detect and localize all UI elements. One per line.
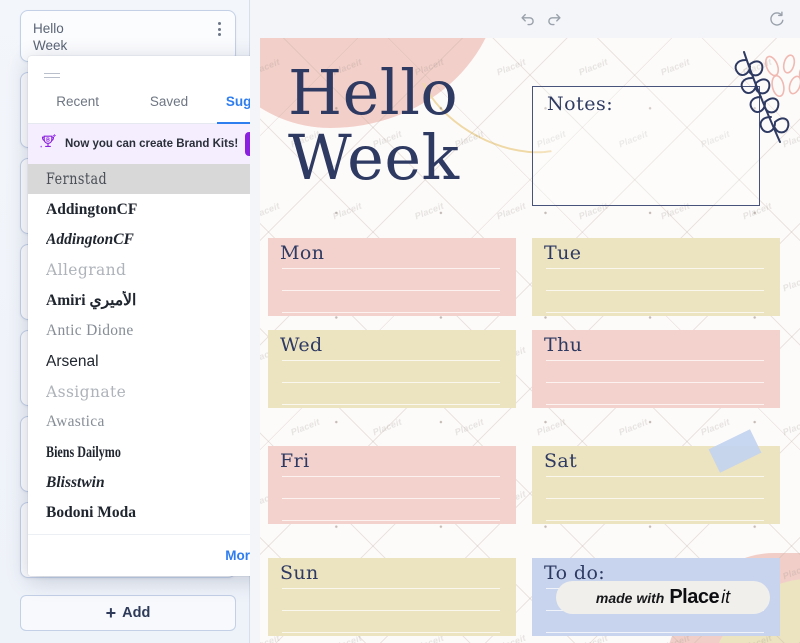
- editor-root: Hello Week + Add Recent Saved Suggested: [0, 0, 800, 643]
- writing-line: [282, 290, 500, 291]
- plus-icon: +: [105, 602, 117, 623]
- writing-line: [546, 360, 764, 361]
- brand-trophy-icon: B: [38, 132, 58, 157]
- brand-kit-banner-text: Now you can create Brand Kits!: [65, 138, 239, 150]
- design-title[interactable]: Hello Week: [288, 62, 460, 194]
- font-name: Fernstad: [46, 170, 108, 189]
- placeit-watermark-badge: made with Place it: [556, 581, 770, 614]
- writing-line: [282, 610, 500, 611]
- tab-recent[interactable]: Recent: [32, 94, 123, 123]
- writing-line: [282, 268, 500, 269]
- day-card[interactable]: Mon: [268, 238, 516, 316]
- day-card-label: Wed: [280, 334, 323, 356]
- design-title-line-2: Week: [288, 120, 460, 194]
- font-name: Allegrand: [46, 261, 127, 280]
- day-card-label: Mon: [280, 242, 325, 264]
- day-card[interactable]: Sun: [268, 558, 516, 636]
- writing-line: [546, 498, 764, 499]
- font-name: Assignate: [46, 382, 127, 401]
- writing-line: [546, 520, 764, 521]
- leaf-branch-icon: [734, 51, 790, 143]
- svg-text:B: B: [46, 137, 50, 143]
- writing-line: [282, 588, 500, 589]
- day-card[interactable]: Thu: [532, 330, 780, 408]
- design-canvas[interactable]: Hello Week Notes: Mon Tue Wed Thu Fri Sat Sun T…: [260, 38, 800, 643]
- placeit-brand: Place: [669, 586, 720, 608]
- writing-line: [546, 382, 764, 383]
- canvas-toolbar: [250, 0, 800, 38]
- writing-line: [546, 476, 764, 477]
- day-card-label: Fri: [280, 450, 310, 472]
- notes-box[interactable]: Notes:: [532, 86, 760, 206]
- writing-line: [282, 360, 500, 361]
- writing-line: [282, 476, 500, 477]
- writing-line: [546, 632, 764, 633]
- writing-line: [282, 382, 500, 383]
- day-card-label: Thu: [544, 334, 583, 356]
- kebab-menu-icon[interactable]: [212, 20, 226, 38]
- notes-label: Notes:: [547, 93, 614, 115]
- font-name: Antic Didone: [46, 322, 134, 340]
- font-name: Amiri الأميري: [46, 292, 137, 310]
- font-name: Arsenal: [46, 352, 99, 370]
- drag-handle-icon[interactable]: [44, 70, 60, 80]
- day-card[interactable]: Wed: [268, 330, 516, 408]
- design-title-line-1: Hello: [288, 56, 459, 129]
- day-card-label: Tue: [544, 242, 582, 264]
- font-name: Biens Dailymo: [46, 443, 121, 461]
- add-button-label: Add: [122, 605, 151, 621]
- day-card[interactable]: Tue: [532, 238, 780, 316]
- font-name: AddingtonCF: [46, 230, 134, 248]
- add-button[interactable]: + Add: [20, 595, 236, 631]
- day-card[interactable]: Fri: [268, 446, 516, 524]
- font-name: Bodoni Moda: [46, 504, 137, 522]
- writing-line: [546, 312, 764, 313]
- font-name: AddingtonCF: [46, 200, 138, 218]
- undo-icon[interactable]: [514, 6, 540, 32]
- writing-line: [282, 520, 500, 521]
- writing-line: [282, 632, 500, 633]
- day-card-label: Sun: [280, 562, 319, 584]
- writing-line: [282, 404, 500, 405]
- layer-card[interactable]: Hello Week: [20, 10, 236, 62]
- placeit-made-with: made with: [595, 589, 665, 606]
- writing-line: [282, 312, 500, 313]
- writing-line: [546, 268, 764, 269]
- tab-saved[interactable]: Saved: [123, 94, 214, 123]
- writing-line: [282, 498, 500, 499]
- canvas-area: Hello Week Notes: Mon Tue Wed Thu Fri Sat Sun T…: [250, 0, 800, 643]
- sync-refresh-icon[interactable]: [764, 6, 790, 32]
- redo-icon[interactable]: [542, 6, 568, 32]
- placeit-brand-suffix: it: [721, 587, 731, 607]
- day-card-label: Sat: [544, 450, 578, 472]
- writing-line: [546, 290, 764, 291]
- font-name: Blisstwin: [46, 474, 105, 492]
- writing-line: [546, 404, 764, 405]
- font-name: Awastica: [46, 413, 105, 431]
